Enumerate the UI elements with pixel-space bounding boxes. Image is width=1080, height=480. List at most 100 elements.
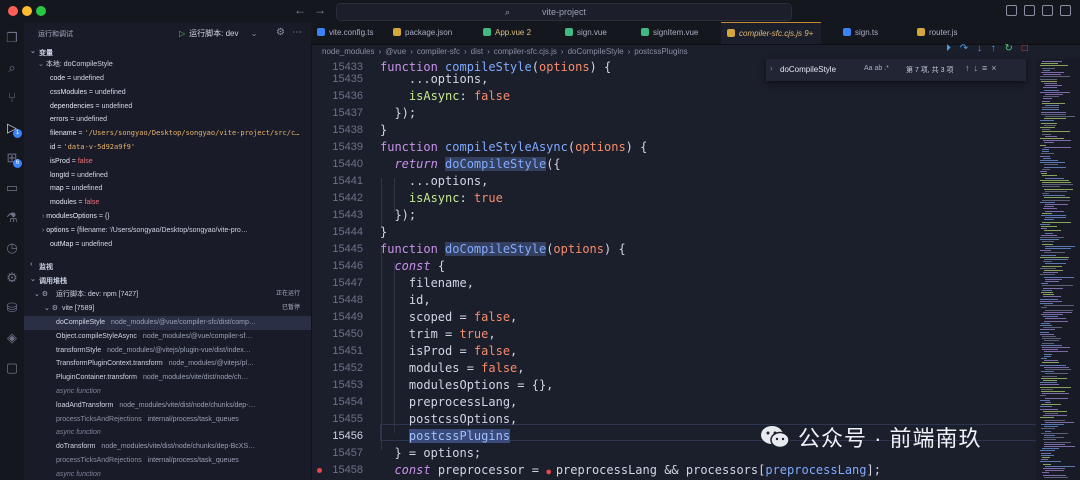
search-icon[interactable]: ⌕ bbox=[4, 60, 20, 76]
next-match-icon[interactable]: ↓ bbox=[974, 63, 983, 73]
code-line[interactable]: modulesOptions = {}, bbox=[380, 377, 554, 394]
stop-icon[interactable]: □ bbox=[1022, 43, 1028, 54]
editor-tab[interactable]: compiler-sfc.cjs.js 9+ bbox=[721, 22, 822, 44]
watch-section-header[interactable]: › 监视 bbox=[24, 260, 311, 273]
run-debug-icon[interactable]: ▷ 1 bbox=[4, 120, 22, 138]
variable-row[interactable]: map = undefined bbox=[50, 182, 102, 196]
find-in-selection-icon[interactable]: ≡ bbox=[982, 63, 991, 73]
breadcrumb-item[interactable]: compiler-sfc bbox=[417, 47, 460, 56]
code-editor[interactable]: 15433 function compileStyle(options) {154… bbox=[311, 59, 1040, 480]
play-icon[interactable]: ▷ bbox=[179, 29, 185, 38]
code-line[interactable]: } = options; bbox=[380, 445, 481, 462]
breadcrumb[interactable]: node_modules › @vue › compiler-sfc › dist › comp… bbox=[322, 45, 688, 59]
breadcrumb-item[interactable]: dist bbox=[471, 47, 483, 56]
variable-row[interactable]: isProd = false bbox=[50, 155, 93, 169]
variable-row[interactable]: longId = undefined bbox=[50, 169, 108, 183]
breadcrumb-item[interactable]: @vue bbox=[385, 47, 406, 56]
database-icon[interactable]: ⛁ bbox=[4, 300, 20, 316]
call-stack-frame[interactable]: PluginContainer.transform node_modules/vi… bbox=[24, 371, 311, 385]
variable-row[interactable]: filename = '/Users/songyao/Desktop/songy… bbox=[50, 127, 299, 141]
breakpoint-icon[interactable] bbox=[317, 468, 322, 473]
chevron-down-icon[interactable]: ⌄ bbox=[251, 29, 258, 38]
step-out-icon[interactable]: ↑ bbox=[991, 43, 996, 54]
call-stack-frame[interactable]: TransformPluginContext.transform node_mod… bbox=[24, 357, 311, 371]
run-config-dropdown[interactable]: ▷ 运行脚本: dev ⌄ bbox=[179, 28, 257, 39]
back-arrow-icon[interactable]: ← bbox=[294, 3, 306, 17]
minimize-window-button[interactable] bbox=[22, 6, 32, 16]
source-control-icon[interactable]: ⑂ bbox=[4, 90, 20, 106]
extensions-icon[interactable]: ⊞ 6 bbox=[4, 150, 22, 168]
code-line[interactable]: return doCompileStyle({ bbox=[380, 156, 561, 173]
code-line[interactable]: function doCompileStyle(options) { bbox=[380, 241, 626, 258]
chevron-right-icon[interactable]: › bbox=[770, 64, 773, 73]
editor-tab[interactable]: vite.config.ts bbox=[317, 22, 373, 44]
continue-icon[interactable]: ⏵ bbox=[946, 43, 951, 54]
minimap[interactable] bbox=[1036, 59, 1080, 480]
debug-session[interactable]: ⌄ ⚙ 运行脚本: dev: npm [7427] 正在运行 bbox=[24, 288, 311, 302]
zoom-window-button[interactable] bbox=[36, 6, 46, 16]
variable-row[interactable]: outMap = undefined bbox=[50, 238, 112, 252]
code-line[interactable]: isAsync: true bbox=[380, 190, 503, 207]
more-icon[interactable]: ⋯ bbox=[292, 27, 302, 38]
variable-row[interactable]: › modulesOptions = {} bbox=[42, 210, 110, 224]
code-line[interactable]: id, bbox=[380, 292, 431, 309]
step-over-icon[interactable]: ↷ bbox=[960, 43, 968, 54]
code-line[interactable]: const preprocessor = ● preprocessLang &&… bbox=[380, 462, 881, 479]
variable-row[interactable]: cssModules = undefined bbox=[50, 86, 126, 100]
forward-arrow-icon[interactable]: → bbox=[314, 3, 326, 17]
code-line[interactable]: modules = false, bbox=[380, 360, 525, 377]
breadcrumb-item[interactable]: doCompileStyle bbox=[568, 47, 624, 56]
call-stack-frame[interactable]: processTicksAndRejections internal/proces… bbox=[24, 454, 311, 468]
call-stack-frame[interactable]: transformStyle node_modules/@vitejs/plugi… bbox=[24, 344, 311, 358]
call-stack-frame[interactable]: processTicksAndRejections internal/proces… bbox=[24, 413, 311, 427]
toggle-secondary-sidebar-icon[interactable] bbox=[1042, 5, 1053, 16]
code-line[interactable]: postcssOptions, bbox=[380, 411, 517, 428]
code-line[interactable]: }); bbox=[380, 105, 416, 122]
live-share-icon[interactable]: ⚙ bbox=[4, 270, 20, 286]
call-stack-frame[interactable]: async function bbox=[24, 385, 311, 399]
call-stack-frame[interactable]: async function bbox=[24, 468, 311, 480]
breadcrumb-item[interactable]: compiler-sfc.cjs.js bbox=[494, 47, 557, 56]
code-line[interactable]: isProd = false, bbox=[380, 343, 517, 360]
code-line[interactable]: } bbox=[380, 224, 387, 241]
code-line[interactable]: const { bbox=[380, 258, 445, 275]
code-line[interactable]: trim = true, bbox=[380, 326, 496, 343]
timeline-icon[interactable]: ◷ bbox=[4, 240, 20, 256]
variable-row[interactable]: dependencies = undefined bbox=[50, 100, 132, 114]
remote-explorer-icon[interactable]: ▭ bbox=[4, 180, 20, 196]
editor-tab[interactable]: router.js bbox=[917, 22, 957, 44]
chat-icon[interactable]: ▢ bbox=[4, 360, 20, 376]
restart-icon[interactable]: ↻ bbox=[1005, 43, 1013, 54]
command-center[interactable]: ⌕ vite-project bbox=[336, 3, 792, 21]
debug-thread[interactable]: ⌄ ⚙ vite [7589] 已暂停 bbox=[24, 302, 311, 316]
close-window-button[interactable] bbox=[8, 6, 18, 16]
editor-tab[interactable]: package.json bbox=[393, 22, 452, 44]
variable-row[interactable]: code = undefined bbox=[50, 72, 104, 86]
code-line[interactable]: ...options, bbox=[380, 173, 488, 190]
breadcrumb-item[interactable]: postcssPlugins bbox=[634, 47, 687, 56]
toggle-sidebar-icon[interactable] bbox=[1006, 5, 1017, 16]
editor-tab[interactable]: App.vue 2 bbox=[483, 22, 531, 44]
call-stack-frame[interactable]: doCompileStyle node_modules/@vue/compiler… bbox=[24, 316, 311, 330]
code-line[interactable]: } bbox=[380, 122, 387, 139]
code-line[interactable]: function compileStyleAsync(options) { bbox=[380, 139, 647, 156]
editor-tab[interactable]: sign.vue bbox=[565, 22, 607, 44]
editor-tab[interactable]: sign.ts bbox=[843, 22, 878, 44]
code-line[interactable]: preprocessLang, bbox=[380, 394, 517, 411]
testing-icon[interactable]: ⚗ bbox=[4, 210, 20, 226]
call-stack-frame[interactable]: loadAndTransform node_modules/vite/dist/n… bbox=[24, 399, 311, 413]
previous-match-icon[interactable]: ↑ bbox=[965, 63, 974, 73]
call-stack-frame[interactable]: async function bbox=[24, 426, 311, 440]
code-line[interactable]: scoped = false, bbox=[380, 309, 517, 326]
call-stack-frame[interactable]: Object.compileStyleAsync node_modules/@vu… bbox=[24, 330, 311, 344]
editor-tab[interactable]: signItem.vue bbox=[641, 22, 698, 44]
step-into-icon[interactable]: ↓ bbox=[977, 43, 982, 54]
find-options[interactable]: Aa ab .* bbox=[864, 65, 889, 72]
local-scope[interactable]: ⌄ 本地: doCompileStyle bbox=[38, 58, 113, 72]
gear-icon[interactable]: ⚙ bbox=[276, 27, 285, 38]
call-stack-frame[interactable]: doTransform node_modules/vite/dist/node/c… bbox=[24, 440, 311, 454]
code-line[interactable]: }); bbox=[380, 207, 416, 224]
variable-row[interactable]: id = 'data-v-5d92a9f9' bbox=[50, 141, 135, 155]
variable-row[interactable]: modules = false bbox=[50, 196, 99, 210]
code-line[interactable]: filename, bbox=[380, 275, 474, 292]
